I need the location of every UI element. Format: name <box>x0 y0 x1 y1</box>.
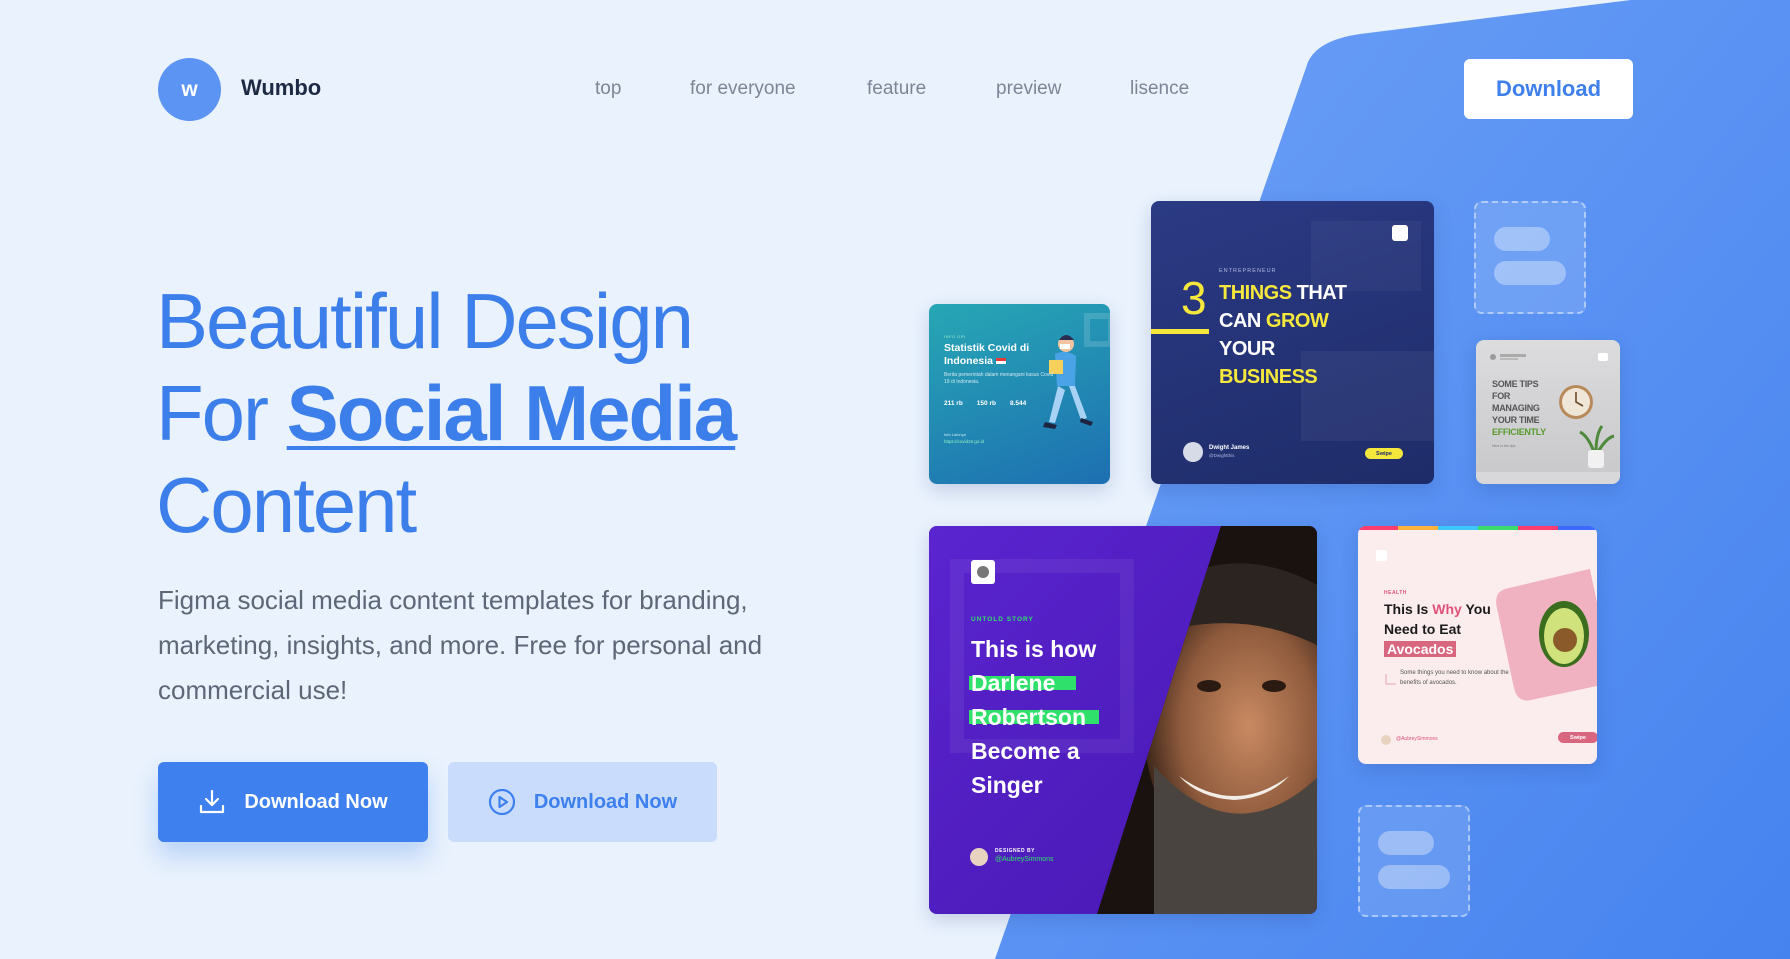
health-tag: HEALTH <box>1384 590 1407 596</box>
health-word-you: You <box>1465 601 1491 617</box>
covid-link-label: Info Lainnya <box>944 432 966 437</box>
headline-highlight: Social Media <box>286 369 737 457</box>
singer-line-3: Robertson <box>971 704 1086 730</box>
health-line-3: Avocados <box>1384 641 1457 657</box>
singer-line-4: Become a <box>971 738 1080 764</box>
health-body: Some things you need to know about the b… <box>1400 670 1509 686</box>
business-headline: THINGS THAT CAN GROW YOUR BUSINESS <box>1219 279 1347 391</box>
placeholder-bar <box>1494 261 1566 285</box>
business-swipe-pill: Swipe <box>1365 448 1403 459</box>
singer-headline: This is how Darlene Robertson Become a S… <box>971 632 1096 802</box>
nav-item-for-everyone[interactable]: for everyone <box>690 78 796 100</box>
nav-item-feature[interactable]: feature <box>867 78 926 100</box>
business-number: 3 <box>1181 272 1207 324</box>
covid-link: https://covid19.go.id <box>944 439 985 444</box>
health-swipe-pill: Swipe <box>1558 732 1597 743</box>
hero-description: Figma social media content templates for… <box>158 585 763 705</box>
download-icon <box>200 789 225 814</box>
business-word-grow: GROW <box>1265 310 1329 332</box>
nav-item-top[interactable]: top <box>595 78 621 100</box>
covid-title: Statistik Covid di Indonesia <box>944 342 1044 368</box>
covid-stat-1: 211 rb <box>944 400 963 407</box>
singer-line-5: Singer <box>971 772 1043 798</box>
flag-icon <box>995 358 1006 364</box>
tips-line-5: EFFICIENTLY <box>1492 427 1546 437</box>
singer-line-2: Darlene <box>971 670 1056 696</box>
empty-card-placeholder-top <box>1474 201 1586 314</box>
secondary-download-now-label: Download Now <box>533 790 678 813</box>
business-handle: @Dwightthis <box>1209 453 1235 458</box>
singer-handle: @AubreySimmons <box>995 856 1054 863</box>
nav-item-lisence[interactable]: lisence <box>1130 78 1189 100</box>
tips-headline: SOME TIPS FOR MANAGING YOUR TIME EFFICIE… <box>1492 378 1546 438</box>
placeholder-bar <box>1378 865 1450 889</box>
business-swipe-label: Swipe <box>1376 450 1392 457</box>
business-word-business: BUSINESS <box>1219 366 1318 388</box>
singer-line-1: This is how <box>971 636 1097 662</box>
tips-line-4: YOUR TIME <box>1492 415 1540 425</box>
health-word-this-is: This Is <box>1384 601 1429 617</box>
template-card-singer-story[interactable]: UNTOLD STORY This is how Darlene Roberts… <box>929 526 1317 914</box>
business-word-your: YOUR <box>1219 338 1275 360</box>
singer-tag: UNTOLD STORY <box>971 616 1034 623</box>
play-circle-icon <box>488 788 515 816</box>
download-now-button[interactable]: Download Now <box>158 762 428 842</box>
secondary-download-now-button[interactable]: Download Now <box>448 762 717 842</box>
author-avatar <box>1183 442 1203 462</box>
business-word-can: CAN <box>1219 310 1261 332</box>
headline-prefix: For <box>156 369 269 457</box>
health-headline: This Is Why You Need to Eat Avocados <box>1384 599 1491 659</box>
tips-line-3: MANAGING <box>1492 403 1540 413</box>
health-swipe-label: Swipe <box>1570 734 1586 741</box>
empty-card-placeholder-bottom <box>1358 805 1470 917</box>
logo-letter: w <box>181 77 198 101</box>
template-card-grow-business[interactable]: ENTREPRENEUR 3 THINGS THAT CAN GROW YOUR… <box>1151 201 1434 484</box>
covid-stat-2: 150 rb <box>976 400 996 407</box>
headline-line-2: For Social Media <box>156 367 737 459</box>
covid-body: Berita pemerintah dalam menangani kasus … <box>944 372 1054 385</box>
nav-item-preview[interactable]: preview <box>996 78 1061 100</box>
business-word-things: THINGS <box>1219 282 1292 304</box>
health-word-why: Why <box>1432 601 1462 617</box>
placeholder-bar <box>1378 831 1434 855</box>
health-handle: @AubreySimmons <box>1396 736 1438 742</box>
header-download-button[interactable]: Download <box>1464 59 1633 119</box>
headline-line-3: Content <box>156 461 417 549</box>
business-word-that: THAT <box>1296 282 1347 304</box>
covid-stat-3: 8.544 <box>1009 400 1027 407</box>
brand-name[interactable]: Wumbo <box>241 75 321 101</box>
brand-mark-icon <box>1392 225 1408 241</box>
business-tag: ENTREPRENEUR <box>1219 268 1277 274</box>
tips-line-1: SOME TIPS <box>1492 379 1539 389</box>
headline-line-1: Beautiful Design <box>156 277 694 365</box>
covid-tag: INFO GRI <box>944 334 966 339</box>
health-line-2: Need to Eat <box>1384 621 1462 637</box>
placeholder-bar <box>1494 227 1550 251</box>
covid-illustration <box>1043 313 1110 429</box>
tips-footer: Here is the tips <box>1492 444 1516 448</box>
covid-stats: 211 rb 150 rb 8.544 <box>944 400 1026 407</box>
singer-designed-by: DESIGNED BY <box>995 848 1035 854</box>
logo[interactable]: w <box>158 58 221 121</box>
template-card-time-tips[interactable]: SOME TIPS FOR MANAGING YOUR TIME EFFICIE… <box>1476 340 1620 484</box>
hero-headline: Beautiful Design For Social Media Conten… <box>156 275 737 551</box>
tips-line-2: FOR <box>1492 391 1511 401</box>
covid-title-text: Statistik Covid di Indonesia <box>944 342 1030 367</box>
download-now-label: Download Now <box>244 790 388 813</box>
template-card-avocado-health[interactable]: HEALTH This Is Why You Need to Eat Avoca… <box>1358 526 1597 764</box>
business-author: Dwight James <box>1209 445 1250 451</box>
template-card-covid-stats[interactable]: INFO GRI Statistik Covid di Indonesia Be… <box>929 304 1110 484</box>
